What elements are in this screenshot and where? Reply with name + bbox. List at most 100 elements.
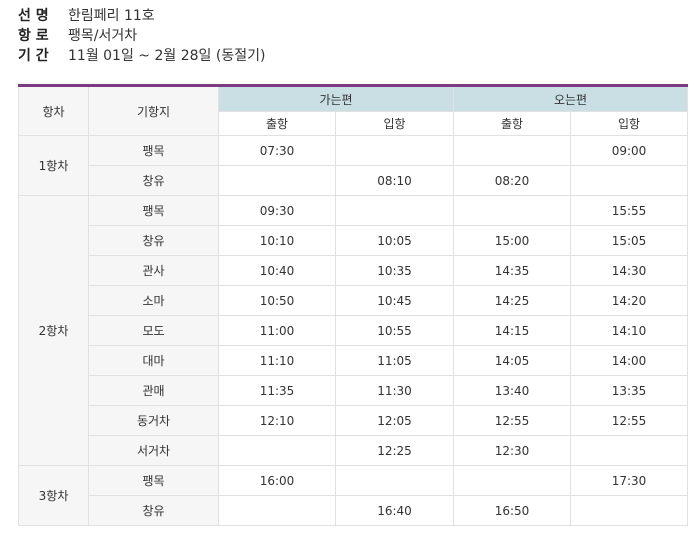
table-row: 동거차 12:10 12:05 12:55 12:55 bbox=[19, 405, 688, 436]
outbound-arrive-cell bbox=[335, 465, 454, 496]
timetable-body: 1항차 팽목 07:30 09:00 창유 08:10 08:20 2항차 팽목 09:30 15:… bbox=[18, 135, 688, 526]
stop-name-cell: 관사 bbox=[88, 255, 219, 286]
info-value-route: 팽목/서거차 bbox=[68, 28, 138, 44]
outbound-depart-cell: 11:35 bbox=[218, 375, 336, 406]
outbound-arrive-cell: 12:25 bbox=[335, 435, 454, 466]
return-depart-cell bbox=[453, 195, 571, 226]
outbound-arrive-cell: 10:05 bbox=[335, 225, 454, 256]
header-outbound-arrive: 입항 bbox=[335, 111, 454, 136]
header-return-depart: 출항 bbox=[453, 111, 571, 136]
outbound-arrive-cell bbox=[335, 195, 454, 226]
table-row: 2항차 팽목 09:30 15:55 bbox=[18, 195, 688, 466]
trip-label-cell: 2항차 bbox=[18, 195, 89, 466]
stop-name-cell: 팽목 bbox=[88, 195, 219, 226]
return-depart-cell: 14:15 bbox=[453, 315, 571, 346]
trip-label-cell: 3항차 bbox=[18, 465, 89, 526]
return-depart-cell bbox=[453, 465, 571, 496]
return-arrive-cell: 09:00 bbox=[570, 135, 688, 166]
return-arrive-cell: 15:05 bbox=[570, 225, 688, 256]
outbound-depart-cell: 16:00 bbox=[218, 465, 336, 496]
table-row: 1항차 팽목 07:30 09:00 bbox=[18, 135, 688, 196]
header-return-arrive: 입항 bbox=[570, 111, 688, 136]
return-depart-cell bbox=[453, 135, 571, 166]
table-row: 관매 11:35 11:30 13:40 13:35 bbox=[19, 375, 688, 406]
table-row: 3항차 팽목 16:00 17:30 bbox=[18, 465, 688, 526]
stop-name-cell: 동거차 bbox=[88, 405, 219, 436]
info-value-period: 11월 01일 ~ 2월 28일 (동절기) bbox=[68, 48, 266, 64]
table-row: 대마 11:10 11:05 14:05 14:00 bbox=[19, 345, 688, 376]
outbound-depart-cell: 12:10 bbox=[218, 405, 336, 436]
outbound-depart-cell: 07:30 bbox=[218, 135, 336, 166]
header-outbound-depart: 출항 bbox=[218, 111, 336, 136]
stop-name-cell: 소마 bbox=[88, 285, 219, 316]
outbound-depart-cell: 11:00 bbox=[218, 315, 336, 346]
stop-name-cell: 팽목 bbox=[88, 465, 219, 496]
stop-name-cell: 창유 bbox=[88, 165, 219, 196]
table-row: 창유 16:40 16:50 bbox=[19, 495, 688, 526]
return-depart-cell: 12:30 bbox=[453, 435, 571, 466]
header-return: 오는편 bbox=[453, 85, 688, 112]
return-depart-cell: 13:40 bbox=[453, 375, 571, 406]
table-row: 모도 11:00 10:55 14:15 14:10 bbox=[19, 315, 688, 346]
outbound-arrive-cell: 12:05 bbox=[335, 405, 454, 436]
return-depart-cell: 15:00 bbox=[453, 225, 571, 256]
outbound-arrive-cell: 11:30 bbox=[335, 375, 454, 406]
info-key-period: 기 간 bbox=[18, 48, 49, 64]
outbound-arrive-cell: 10:45 bbox=[335, 285, 454, 316]
header-trip: 항차 bbox=[18, 85, 89, 136]
return-arrive-cell: 14:30 bbox=[570, 255, 688, 286]
ferry-timetable: 항차 기항지 가는편 오는편 출항 입항 출항 입항 1항차 팽목 07:30 09:… bbox=[18, 84, 688, 526]
return-arrive-cell: 12:55 bbox=[570, 405, 688, 436]
outbound-arrive-cell: 10:35 bbox=[335, 255, 454, 286]
table-row: 관사 10:40 10:35 14:35 14:30 bbox=[19, 255, 688, 286]
outbound-depart-cell: 10:50 bbox=[218, 285, 336, 316]
ferry-info: 선 명 한림페리 11호 항 로 팽목/서거차 기 간 11월 01일 ~ 2월 28… bbox=[18, 6, 265, 66]
return-arrive-cell: 17:30 bbox=[570, 465, 688, 496]
table-row: 창유 10:10 10:05 15:00 15:05 bbox=[19, 225, 688, 256]
outbound-depart-cell: 10:10 bbox=[218, 225, 336, 256]
header-stop: 기항지 bbox=[88, 85, 219, 136]
return-depart-cell: 14:25 bbox=[453, 285, 571, 316]
outbound-depart-cell bbox=[218, 435, 336, 466]
outbound-arrive-cell: 11:05 bbox=[335, 345, 454, 376]
return-arrive-cell bbox=[570, 495, 688, 526]
return-arrive-cell: 14:00 bbox=[570, 345, 688, 376]
return-arrive-cell: 14:20 bbox=[570, 285, 688, 316]
return-depart-cell: 16:50 bbox=[453, 495, 571, 526]
stop-name-cell: 창유 bbox=[88, 225, 219, 256]
return-arrive-cell bbox=[570, 165, 688, 196]
info-value-ship: 한림페리 11호 bbox=[68, 8, 155, 24]
info-row-route: 항 로 팽목/서거차 bbox=[18, 26, 265, 46]
outbound-depart-cell: 09:30 bbox=[218, 195, 336, 226]
header-row-groups: 항차 기항지 가는편 오는편 bbox=[18, 85, 688, 136]
header-outbound: 가는편 bbox=[218, 85, 454, 112]
table-row: 서거차 12:25 12:30 bbox=[19, 435, 688, 466]
info-row-ship: 선 명 한림페리 11호 bbox=[18, 6, 265, 26]
stop-name-cell: 대마 bbox=[88, 345, 219, 376]
stop-name-cell: 서거차 bbox=[88, 435, 219, 466]
return-depart-cell: 14:05 bbox=[453, 345, 571, 376]
outbound-depart-cell: 11:10 bbox=[218, 345, 336, 376]
table-row: 창유 08:10 08:20 bbox=[19, 165, 688, 196]
stop-name-cell: 관매 bbox=[88, 375, 219, 406]
outbound-depart-cell bbox=[218, 165, 336, 196]
outbound-arrive-cell: 10:55 bbox=[335, 315, 454, 346]
return-depart-cell: 12:55 bbox=[453, 405, 571, 436]
info-key-ship: 선 명 bbox=[18, 8, 49, 24]
info-key-route: 항 로 bbox=[18, 28, 49, 44]
stop-name-cell: 창유 bbox=[88, 495, 219, 526]
outbound-depart-cell: 10:40 bbox=[218, 255, 336, 286]
info-row-period: 기 간 11월 01일 ~ 2월 28일 (동절기) bbox=[18, 46, 265, 66]
return-arrive-cell: 14:10 bbox=[570, 315, 688, 346]
return-arrive-cell bbox=[570, 435, 688, 466]
stop-name-cell: 모도 bbox=[88, 315, 219, 346]
return-arrive-cell: 13:35 bbox=[570, 375, 688, 406]
outbound-arrive-cell: 16:40 bbox=[335, 495, 454, 526]
stop-name-cell: 팽목 bbox=[88, 135, 219, 166]
return-arrive-cell: 15:55 bbox=[570, 195, 688, 226]
outbound-arrive-cell: 08:10 bbox=[335, 165, 454, 196]
outbound-arrive-cell bbox=[335, 135, 454, 166]
outbound-depart-cell bbox=[218, 495, 336, 526]
table-row: 소마 10:50 10:45 14:25 14:20 bbox=[19, 285, 688, 316]
return-depart-cell: 08:20 bbox=[453, 165, 571, 196]
